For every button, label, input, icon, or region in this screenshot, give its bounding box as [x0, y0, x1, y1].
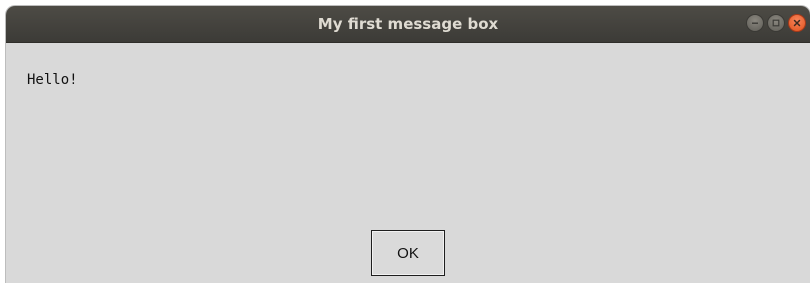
close-button[interactable] [788, 14, 806, 32]
maximize-icon [772, 19, 780, 27]
close-icon [793, 19, 801, 27]
window-title: My first message box [317, 15, 499, 33]
minimize-icon [752, 22, 758, 24]
window-controls [746, 14, 806, 32]
message-text: Hello! [27, 72, 78, 88]
dialog-body: Hello! OK [6, 43, 810, 283]
maximize-button[interactable] [767, 14, 785, 32]
minimize-button[interactable] [746, 14, 764, 32]
ok-button[interactable]: OK [371, 230, 445, 276]
title-bar[interactable]: My first message box [6, 6, 810, 43]
message-box-window: My first message box Hello! OK [6, 6, 810, 283]
